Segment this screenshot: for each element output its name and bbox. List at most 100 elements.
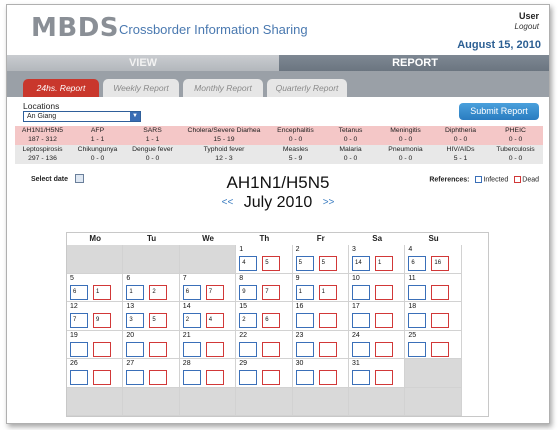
dead-count-input[interactable]: [431, 313, 450, 328]
next-month-icon[interactable]: >>: [323, 197, 335, 208]
dead-count-input[interactable]: [318, 313, 337, 328]
calendar-day[interactable]: 6 12: [123, 273, 180, 302]
infected-count-input[interactable]: 9: [239, 284, 258, 300]
disease-item[interactable]: Meningitis 0 - 0: [378, 126, 433, 145]
calendar-day[interactable]: 26: [67, 359, 124, 388]
dead-count-input[interactable]: [431, 341, 450, 357]
disease-item[interactable]: Chikungunya 0 - 0: [70, 145, 125, 164]
dead-count-input[interactable]: 5: [318, 256, 337, 271]
dead-count-input[interactable]: 7: [262, 284, 281, 300]
disease-item[interactable]: Tetanus 0 - 0: [323, 126, 378, 145]
disease-item[interactable]: Malaria 0 - 0: [323, 145, 378, 164]
infected-count-input[interactable]: [182, 341, 201, 357]
calendar-day[interactable]: 11: [405, 273, 462, 302]
calendar-day[interactable]: 767: [179, 273, 237, 302]
tab-quarterly-report[interactable]: Quarterly Report: [267, 79, 347, 97]
dead-count-input[interactable]: 5: [262, 256, 281, 271]
infected-count-input[interactable]: [126, 341, 145, 357]
calendar-day[interactable]: 14 2 4: [179, 302, 237, 331]
dead-count-input[interactable]: [149, 341, 168, 357]
infected-count-input[interactable]: [408, 284, 427, 300]
dead-count-input[interactable]: 4: [205, 313, 224, 328]
calendar-day[interactable]: 21: [179, 330, 237, 359]
dead-count-input[interactable]: [318, 341, 337, 357]
infected-count-input[interactable]: 5: [295, 256, 314, 271]
infected-count-input[interactable]: [126, 370, 145, 385]
calendar-day[interactable]: 19: [67, 330, 124, 359]
infected-count-input[interactable]: [239, 370, 258, 385]
dead-count-input[interactable]: 2: [149, 284, 168, 300]
dead-count-input[interactable]: [205, 341, 224, 357]
prev-month-icon[interactable]: <<: [222, 197, 234, 208]
infected-count-input[interactable]: [182, 370, 201, 385]
tab-24hs-report[interactable]: 24hs. Report: [23, 79, 99, 97]
dead-count-input[interactable]: [93, 341, 111, 357]
infected-count-input[interactable]: 14: [352, 256, 370, 271]
infected-count-input[interactable]: [408, 341, 427, 357]
dead-count-input[interactable]: [375, 341, 393, 357]
infected-count-input[interactable]: 7: [70, 313, 88, 328]
logout-link[interactable]: Logout: [515, 22, 539, 31]
tab-monthly-report[interactable]: Monthly Report: [183, 79, 263, 97]
infected-count-input[interactable]: [352, 284, 370, 300]
infected-count-input[interactable]: [239, 341, 258, 357]
infected-count-input[interactable]: 6: [182, 284, 201, 300]
dead-count-input[interactable]: 1: [318, 284, 337, 300]
dead-count-input[interactable]: [93, 370, 111, 385]
calendar-day[interactable]: 20: [123, 330, 180, 359]
infected-count-input[interactable]: 3: [126, 313, 145, 328]
nav-report[interactable]: REPORT: [279, 55, 549, 71]
calendar-day[interactable]: 24: [349, 330, 406, 359]
calendar-day[interactable]: 15 2 6: [236, 302, 293, 331]
disease-item[interactable]: SARS 1 - 1: [125, 126, 180, 145]
calendar-day[interactable]: 9 11: [292, 273, 349, 302]
calendar-day[interactable]: 13 3 5: [123, 302, 180, 331]
dead-count-input[interactable]: 6: [262, 313, 281, 328]
calendar-day[interactable]: 17: [349, 302, 406, 331]
locations-select[interactable]: An Giang ▼: [23, 111, 141, 122]
dead-count-input[interactable]: [431, 284, 450, 300]
dead-count-input[interactable]: 5: [149, 313, 168, 328]
infected-count-input[interactable]: [295, 313, 314, 328]
dead-count-input[interactable]: [149, 370, 168, 385]
calendar-day[interactable]: 29: [236, 359, 293, 388]
tab-weekly-report[interactable]: Weekly Report: [103, 79, 179, 97]
dead-count-input[interactable]: 9: [93, 313, 111, 328]
dead-count-input[interactable]: [205, 370, 224, 385]
calendar-day[interactable]: 28: [179, 359, 237, 388]
infected-count-input[interactable]: 1: [126, 284, 145, 300]
chevron-down-icon[interactable]: ▼: [130, 112, 140, 121]
calendar-day[interactable]: 16: [292, 302, 349, 331]
infected-count-input[interactable]: [295, 370, 314, 385]
disease-item[interactable]: HIV/AIDs 5 - 1: [433, 145, 488, 164]
disease-item[interactable]: Diphtheria 0 - 0: [433, 126, 488, 145]
dead-count-input[interactable]: 7: [205, 284, 224, 300]
calendar-day[interactable]: 27: [123, 359, 180, 388]
dead-count-input[interactable]: [375, 370, 393, 385]
disease-item[interactable]: Leptospirosis 297 - 136: [15, 145, 70, 164]
calendar-day[interactable]: 23: [292, 330, 349, 359]
infected-count-input[interactable]: 1: [295, 284, 314, 300]
dead-count-input[interactable]: [318, 370, 337, 385]
disease-item[interactable]: AH1N1/H5N5 187 - 312: [15, 126, 70, 145]
calendar-day[interactable]: 31: [349, 359, 406, 388]
calendar-day[interactable]: 18: [405, 302, 462, 331]
dead-count-input[interactable]: [262, 370, 281, 385]
infected-count-input[interactable]: [295, 341, 314, 357]
disease-item[interactable]: Dengue fever 0 - 0: [125, 145, 180, 164]
calendar-day[interactable]: 5 61: [67, 273, 124, 302]
calendar-day[interactable]: 2 55: [292, 245, 349, 274]
infected-count-input[interactable]: 2: [182, 313, 201, 328]
disease-item[interactable]: Cholera/Severe Diarhea 15 - 19: [180, 126, 268, 145]
calendar-day[interactable]: 22: [236, 330, 293, 359]
infected-count-input[interactable]: [352, 313, 370, 328]
infected-count-input[interactable]: [352, 341, 370, 357]
disease-item[interactable]: Typhoid fever 12 - 3: [180, 145, 268, 164]
dead-count-input[interactable]: 16: [431, 256, 450, 271]
submit-report-button[interactable]: Submit Report: [459, 103, 539, 120]
calendar-day[interactable]: 25: [405, 330, 462, 359]
calendar-day[interactable]: 30: [292, 359, 349, 388]
disease-item[interactable]: Tuberculosis 0 - 0: [488, 145, 543, 164]
calendar-day[interactable]: 8 97: [236, 273, 293, 302]
dead-count-input[interactable]: [375, 313, 393, 328]
